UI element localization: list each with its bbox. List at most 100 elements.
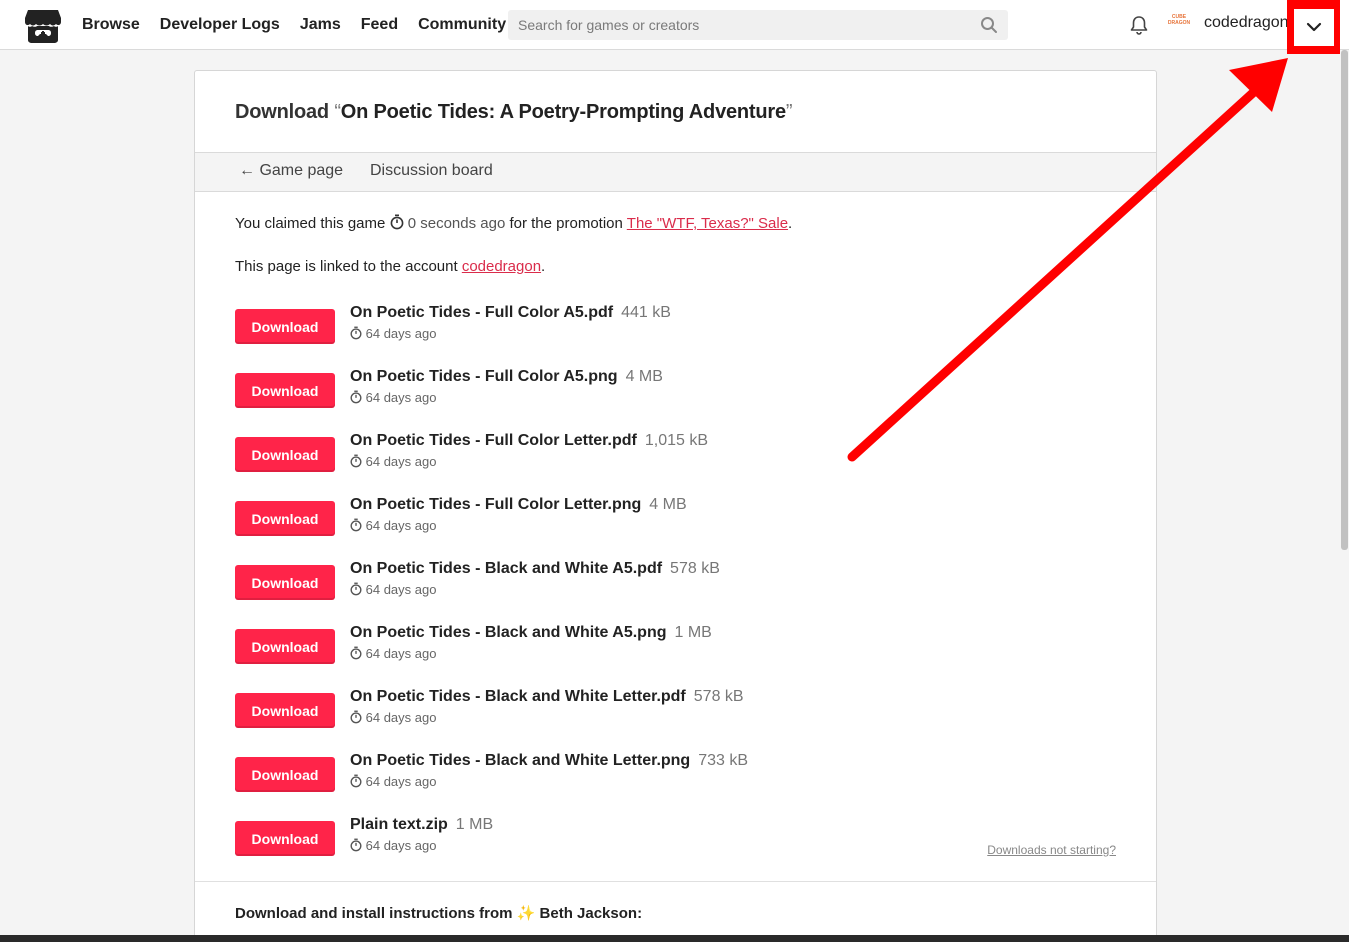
upload-row: Download On Poetic Tides - Black and Whi… [235, 624, 1095, 664]
file-name: On Poetic Tides - Black and White Letter… [350, 752, 691, 769]
search-input[interactable] [508, 10, 1008, 40]
file-age: 64 days ago [365, 518, 437, 533]
file-date: 64 days ago [350, 390, 436, 405]
download-button[interactable]: Download [235, 821, 335, 856]
file-date: 64 days ago [350, 838, 436, 853]
bottom-strip [0, 935, 1349, 942]
download-button[interactable]: Download [235, 757, 335, 792]
stopwatch-icon [350, 774, 362, 788]
stopwatch-icon [350, 646, 362, 660]
stopwatch-icon [350, 518, 362, 532]
upload-row: Download On Poetic Tides - Full Color Le… [235, 496, 1095, 536]
stopwatch-icon [350, 326, 362, 340]
nav-jams[interactable]: Jams [300, 16, 341, 34]
file-name: On Poetic Tides - Full Color Letter.pdf [350, 432, 637, 449]
file-name: On Poetic Tides - Full Color A5.png [350, 368, 618, 385]
file-size: 1 MB [674, 624, 712, 641]
stopwatch-icon [390, 214, 403, 230]
stopwatch-icon [350, 582, 362, 596]
stopwatch-icon [350, 710, 362, 724]
file-size: 733 kB [698, 752, 749, 769]
tab-game-page[interactable]: ← Game page [239, 162, 343, 180]
download-button[interactable]: Download [235, 501, 335, 536]
username[interactable]: codedragon [1204, 14, 1289, 32]
file-name: On Poetic Tides - Black and White A5.pdf [350, 560, 663, 577]
account-link[interactable]: codedragon [462, 258, 541, 275]
file-name: Plain text.zip [350, 816, 448, 833]
itch-logo-icon[interactable] [24, 8, 62, 44]
file-size: 1 MB [455, 816, 494, 833]
file-title: On Poetic Tides - Black and White A5.pdf… [350, 560, 720, 578]
file-title: On Poetic Tides - Black and White A5.png… [350, 624, 712, 642]
file-date: 64 days ago [350, 518, 436, 533]
stopwatch-icon [350, 454, 362, 468]
file-age: 64 days ago [365, 710, 437, 725]
bell-icon[interactable] [1128, 14, 1150, 36]
top-bar: Browse Developer Logs Jams Feed Communit… [0, 0, 1349, 54]
claim-time: 0 seconds ago [407, 215, 506, 232]
file-date: 64 days ago [350, 326, 436, 341]
upload-row: Download On Poetic Tides - Black and Whi… [235, 688, 1095, 728]
user-dropdown-button[interactable] [1287, 0, 1340, 54]
file-name: On Poetic Tides - Full Color A5.pdf [350, 304, 614, 321]
promotion-link[interactable]: The "WTF, Texas?" Sale [627, 215, 788, 232]
file-size: 4 MB [625, 368, 663, 385]
search-icon[interactable] [980, 16, 998, 34]
upload-row: Download On Poetic Tides - Full Color Le… [235, 432, 1095, 472]
main-nav: Browse Developer Logs Jams Feed Communit… [82, 0, 506, 50]
claim-suffix: . [788, 215, 793, 232]
avatar[interactable]: CUBE DRAGON [1166, 14, 1192, 36]
upload-row: Download On Poetic Tides - Black and Whi… [235, 560, 1095, 600]
section-divider [195, 881, 1156, 882]
avatar-line-2: DRAGON [1167, 20, 1191, 26]
download-button[interactable]: Download [235, 373, 335, 408]
nav-community[interactable]: Community [418, 16, 506, 34]
file-title: On Poetic Tides - Black and White Letter… [350, 688, 744, 706]
download-button[interactable]: Download [235, 693, 335, 728]
download-button[interactable]: Download [235, 309, 335, 344]
file-date: 64 days ago [350, 454, 436, 469]
claim-notice: You claimed this game 0 seconds ago for … [235, 214, 792, 232]
file-age: 64 days ago [365, 454, 437, 469]
file-name: On Poetic Tides - Black and White A5.png [350, 624, 667, 641]
upload-row: Download On Poetic Tides - Full Color A5… [235, 304, 1095, 344]
file-size: 4 MB [649, 496, 687, 513]
file-title: On Poetic Tides - Black and White Letter… [350, 752, 748, 770]
stopwatch-icon [350, 838, 362, 852]
install-instructions-heading: Download and install instructions from ✨… [235, 905, 643, 922]
file-age: 64 days ago [365, 838, 437, 853]
file-name: On Poetic Tides - Black and White Letter… [350, 688, 686, 705]
upload-row: Download On Poetic Tides - Full Color A5… [235, 368, 1095, 408]
title-prefix: Download [235, 101, 329, 123]
stopwatch-icon [350, 390, 362, 404]
file-date: 64 days ago [350, 710, 436, 725]
file-size: 578 kB [670, 560, 720, 577]
file-size: 1,015 kB [644, 432, 708, 449]
nav-developer-logs[interactable]: Developer Logs [160, 16, 280, 34]
file-name: On Poetic Tides - Full Color Letter.png [350, 496, 642, 513]
download-card: Download “On Poetic Tides: A Poetry-Prom… [194, 70, 1157, 942]
download-button[interactable]: Download [235, 437, 335, 472]
downloads-not-starting-link[interactable]: Downloads not starting? [987, 843, 1116, 857]
claim-prefix: You claimed this game [235, 215, 386, 232]
nav-feed[interactable]: Feed [361, 16, 398, 34]
file-age: 64 days ago [365, 390, 437, 405]
claim-middle: for the promotion [509, 215, 623, 232]
user-dropdown-inner[interactable] [1293, 8, 1334, 46]
file-title: On Poetic Tides - Full Color Letter.pdf 1… [350, 432, 708, 450]
file-age: 64 days ago [365, 326, 437, 341]
page-tabs: ← Game page Discussion board [195, 152, 1156, 192]
linked-prefix: This page is linked to the account [235, 258, 458, 275]
tab-discussion-board[interactable]: Discussion board [370, 162, 493, 180]
file-age: 64 days ago [365, 646, 437, 661]
download-button[interactable]: Download [235, 565, 335, 600]
scrollbar[interactable] [1340, 50, 1349, 935]
game-title: On Poetic Tides: A Poetry-Prompting Adve… [340, 101, 786, 123]
file-title: On Poetic Tides - Full Color Letter.png 4… [350, 496, 687, 514]
page-title: Download “On Poetic Tides: A Poetry-Prom… [235, 101, 793, 124]
download-button[interactable]: Download [235, 629, 335, 664]
linked-suffix: . [541, 258, 546, 275]
scrollbar-thumb[interactable] [1341, 50, 1348, 550]
linked-account-notice: This page is linked to the account coded… [235, 258, 545, 275]
nav-browse[interactable]: Browse [82, 16, 140, 34]
